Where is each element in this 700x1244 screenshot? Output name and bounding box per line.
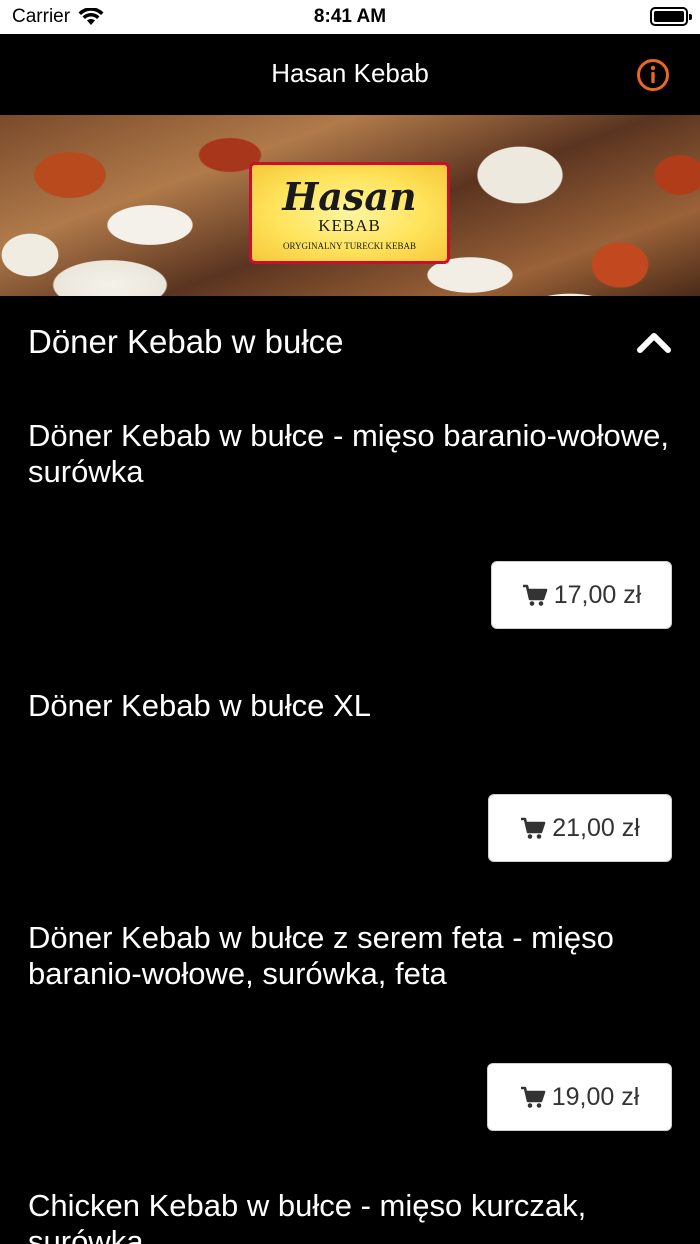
restaurant-logo: Hasan KEBAB ORYGINALNY TURECKI KEBAB xyxy=(249,162,450,264)
add-to-cart-button[interactable]: 19,00 zł xyxy=(487,1063,672,1131)
add-to-cart-button[interactable]: 21,00 zł xyxy=(488,794,672,862)
logo-name: Hasan xyxy=(282,174,417,219)
menu-item: Chicken Kebab w bułce - mięso kurczak, s… xyxy=(0,1170,700,1244)
menu-item: Döner Kebab w bułce XL 21,00 zł xyxy=(0,648,700,880)
cart-icon xyxy=(522,584,548,606)
status-time: 8:41 AM xyxy=(313,6,387,27)
chevron-up-icon[interactable] xyxy=(636,326,672,356)
menu-item: Döner Kebab w bułce - mięso baranio-woło… xyxy=(0,388,700,648)
battery-icon xyxy=(650,7,692,26)
menu-item-name: Döner Kebab w bułce XL xyxy=(28,688,371,723)
add-to-cart-button[interactable]: 17,00 zł xyxy=(491,561,672,629)
category-header[interactable]: Döner Kebab w bułce xyxy=(0,296,700,388)
price-label: 19,00 zł xyxy=(551,1082,640,1111)
info-icon[interactable] xyxy=(636,58,670,92)
page-title: Hasan Kebab xyxy=(271,58,429,88)
logo-sub: KEBAB xyxy=(318,216,381,235)
menu-item-name: Chicken Kebab w bułce - mięso kurczak, s… xyxy=(28,1188,587,1244)
logo-tagline: ORYGINALNY TURECKI KEBAB xyxy=(282,241,416,251)
hero-banner: Hasan KEBAB ORYGINALNY TURECKI KEBAB xyxy=(0,115,700,296)
price-label: 17,00 zł xyxy=(553,580,642,609)
status-bar: Carrier 8:41 AM xyxy=(0,0,700,34)
category-title: Döner Kebab w bułce xyxy=(28,323,344,360)
menu-item-name: Döner Kebab w bułce - mięso baranio-woło… xyxy=(28,418,669,489)
price-label: 21,00 zł xyxy=(552,813,640,842)
menu-item-name: Döner Kebab w bułce z serem feta - mięso… xyxy=(28,920,614,991)
cart-icon xyxy=(521,817,546,839)
menu-item: Döner Kebab w bułce z serem feta - mięso… xyxy=(0,880,700,1170)
navigation-bar: Hasan Kebab xyxy=(0,34,700,115)
cart-icon xyxy=(520,1086,546,1108)
